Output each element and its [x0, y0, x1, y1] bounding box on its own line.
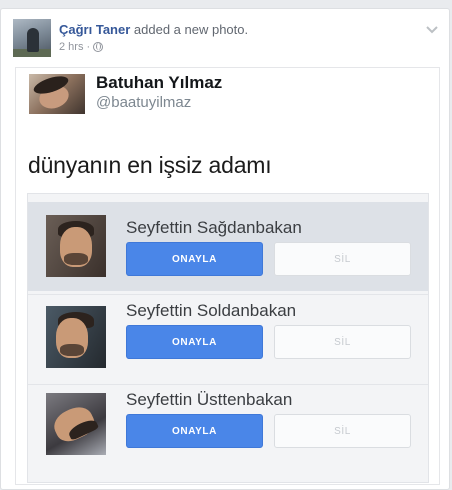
facebook-post: Çağrı Taner added a new photo. 2 hrs · B…: [0, 8, 450, 490]
tweet-author-name: Batuhan Yılmaz: [96, 73, 223, 92]
request-profile-photo: [46, 393, 106, 455]
request-profile-photo: [46, 215, 106, 277]
friend-request-row: Seyfettin Üsttenbakan ONAYLA SİL: [28, 385, 428, 474]
friend-request-row: Seyfettin Soldanbakan ONAYLA SİL: [28, 295, 428, 384]
post-photo[interactable]: Batuhan Yılmaz @baatuyilmaz dünyanın en …: [15, 67, 440, 485]
approve-button[interactable]: ONAYLA: [126, 325, 263, 359]
tweet-text: dünyanın en işsiz adamı: [28, 152, 272, 178]
chevron-down-icon[interactable]: [425, 23, 439, 37]
tweet-author-avatar: [29, 74, 85, 114]
approve-button[interactable]: ONAYLA: [126, 242, 263, 276]
delete-button[interactable]: SİL: [274, 325, 411, 359]
friend-request-row: Seyfettin Sağdanbakan ONAYLA SİL: [28, 202, 428, 291]
delete-button[interactable]: SİL: [274, 414, 411, 448]
post-action-text: added a new photo.: [133, 22, 249, 37]
request-name: Seyfettin Üsttenbakan: [126, 390, 293, 409]
approve-button[interactable]: ONAYLA: [126, 414, 263, 448]
request-profile-photo: [46, 306, 106, 368]
author-avatar[interactable]: [13, 19, 51, 57]
request-name: Seyfettin Sağdanbakan: [126, 218, 302, 237]
friend-requests-list: Seyfettin Sağdanbakan ONAYLA SİL Seyfett…: [27, 193, 429, 483]
meta-separator: ·: [86, 41, 91, 53]
author-name-link[interactable]: Çağrı Taner: [59, 22, 130, 37]
delete-button[interactable]: SİL: [274, 242, 411, 276]
post-header: Çağrı Taner added a new photo. 2 hrs ·: [13, 19, 439, 59]
post-meta: 2 hrs ·: [59, 41, 104, 53]
post-timestamp[interactable]: 2 hrs: [59, 41, 83, 53]
post-header-line: Çağrı Taner added a new photo.: [59, 22, 248, 37]
globe-icon[interactable]: [93, 42, 104, 52]
tweet-author-handle: @baatuyilmaz: [96, 94, 192, 111]
request-name: Seyfettin Soldanbakan: [126, 301, 297, 320]
